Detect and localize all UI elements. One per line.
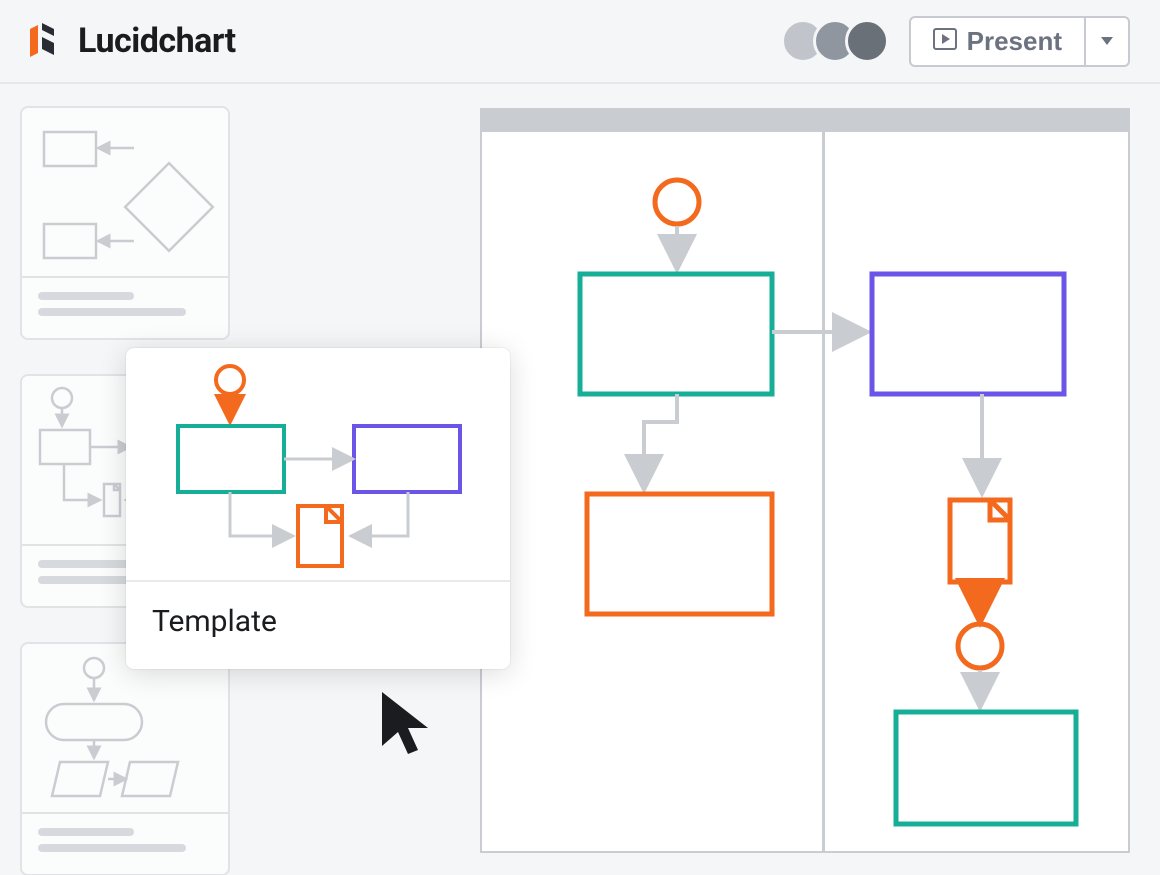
- template-popover-preview: [126, 348, 510, 582]
- workspace: Template: [0, 84, 1160, 875]
- template-popover[interactable]: Template: [126, 348, 510, 669]
- caret-down-icon: [1100, 34, 1114, 49]
- present-button[interactable]: Present: [909, 16, 1086, 67]
- play-icon: [933, 26, 957, 57]
- canvas-header-bar: [482, 110, 1128, 132]
- app-root: Lucidchart Present: [0, 0, 1160, 875]
- template-popover-footer: Template: [126, 582, 510, 669]
- template-popover-title: Template: [152, 604, 484, 639]
- thumbnail-preview: [22, 644, 228, 814]
- template-thumbnail[interactable]: [20, 642, 230, 875]
- top-bar: Lucidchart Present: [0, 0, 1160, 84]
- brand: Lucidchart: [30, 21, 236, 61]
- collaborator-avatars: [781, 19, 889, 63]
- canvas-body: [482, 132, 1128, 851]
- cursor-icon: [376, 688, 438, 766]
- thumbnail-preview: [22, 108, 228, 278]
- present-label: Present: [967, 26, 1062, 57]
- topbar-right: Present: [781, 16, 1130, 67]
- avatar[interactable]: [845, 19, 889, 63]
- present-button-group: Present: [909, 16, 1130, 67]
- thumbnail-text-placeholder: [22, 814, 228, 874]
- present-dropdown-button[interactable]: [1086, 16, 1130, 67]
- template-thumbnail[interactable]: [20, 106, 230, 340]
- lucidchart-logo-icon: [30, 21, 66, 61]
- diagram-canvas[interactable]: [480, 108, 1130, 853]
- brand-name: Lucidchart: [78, 21, 236, 61]
- thumbnail-text-placeholder: [22, 278, 228, 338]
